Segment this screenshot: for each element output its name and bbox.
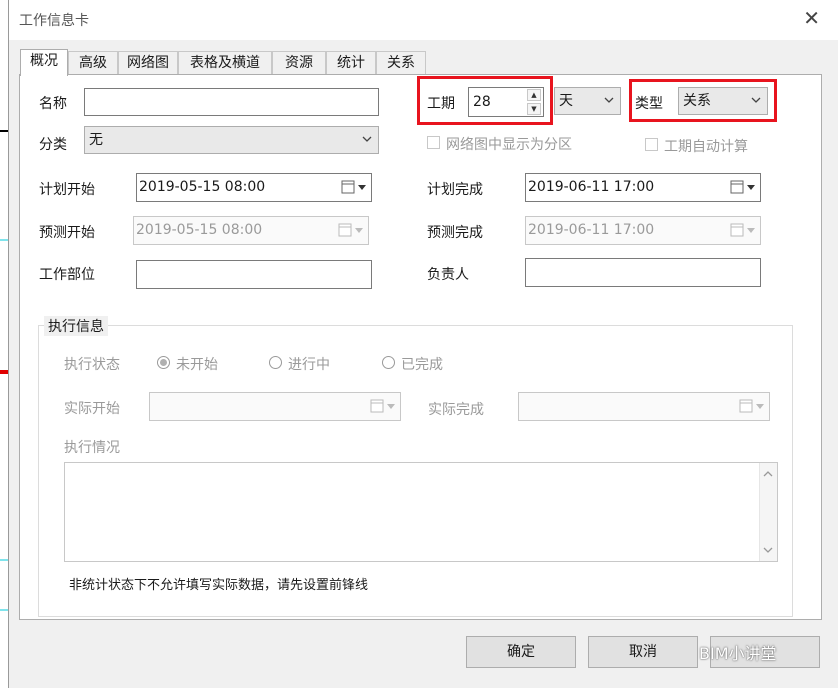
category-value: 无	[89, 132, 103, 148]
textarea-scrollbar[interactable]	[759, 463, 777, 561]
work-part-input[interactable]	[136, 260, 372, 289]
plan-start-value: 2019-05-15 08:00	[139, 179, 266, 195]
close-icon[interactable]: ✕	[803, 8, 820, 28]
actual-start-label: 实际开始	[64, 401, 120, 417]
name-input[interactable]	[84, 88, 379, 116]
execution-group-title: 执行信息	[44, 316, 108, 336]
auto-calc-label: 工期自动计算	[664, 139, 748, 155]
scroll-down-icon[interactable]	[760, 543, 777, 557]
calendar-icon[interactable]	[730, 180, 756, 194]
calendar-icon	[730, 223, 755, 237]
category-select[interactable]: 无	[84, 126, 379, 154]
actual-finish-label: 实际完成	[428, 402, 484, 418]
scroll-up-icon[interactable]	[760, 467, 777, 481]
forecast-start-label: 预测开始	[39, 225, 95, 241]
forecast-finish-label: 预测完成	[427, 225, 483, 241]
tab-network[interactable]: 网络图	[118, 51, 178, 75]
forecast-finish-value: 2019-06-11 17:00	[528, 222, 655, 238]
work-part-label: 工作部位	[39, 267, 95, 283]
plan-start-picker[interactable]: 2019-05-15 08:00	[136, 173, 372, 202]
plan-finish-picker[interactable]: 2019-06-11 17:00	[525, 173, 761, 202]
plan-finish-label: 计划完成	[427, 182, 483, 198]
calendar-icon	[370, 399, 395, 413]
title-bar: 工作信息卡 ✕	[9, 0, 838, 40]
chevron-down-icon	[604, 97, 614, 103]
forecast-finish-picker: 2019-06-11 17:00	[525, 216, 761, 245]
actual-finish-picker	[518, 392, 770, 421]
tab-statistics[interactable]: 统计	[326, 51, 376, 75]
plan-finish-value: 2019-06-11 17:00	[528, 179, 655, 195]
status-not-started-label: 未开始	[176, 357, 218, 373]
show-subarea-checkbox[interactable]	[427, 136, 440, 149]
category-label: 分类	[39, 137, 67, 153]
owner-label: 负责人	[427, 267, 469, 283]
tab-table-gantt[interactable]: 表格及横道	[178, 51, 272, 75]
calendar-icon[interactable]	[341, 180, 367, 194]
situation-label: 执行情况	[64, 440, 120, 456]
calendar-icon	[739, 399, 764, 413]
status-completed-label: 已完成	[401, 357, 443, 373]
dialog-title: 工作信息卡	[19, 13, 89, 29]
tab-advanced[interactable]: 高级	[68, 51, 118, 75]
forecast-start-picker: 2019-05-15 08:00	[133, 216, 369, 245]
calendar-icon	[338, 223, 363, 237]
chevron-down-icon	[362, 136, 372, 142]
watermark-text: BIM小讲堂	[699, 644, 777, 663]
duration-highlight-box	[417, 76, 553, 125]
exec-status-label: 执行状态	[64, 357, 120, 373]
ok-button[interactable]: 确定	[466, 636, 576, 668]
duration-unit-select[interactable]: 天	[554, 87, 621, 115]
show-subarea-label: 网络图中显示为分区	[446, 137, 572, 153]
type-highlight-box	[629, 79, 777, 122]
cancel-button[interactable]: 取消	[588, 636, 698, 668]
forecast-start-value: 2019-05-15 08:00	[136, 222, 263, 238]
execution-note: 非统计状态下不允许填写实际数据，请先设置前锋线	[69, 578, 369, 593]
status-not-started-radio[interactable]	[157, 356, 170, 369]
plan-start-label: 计划开始	[39, 182, 95, 198]
duration-unit-value: 天	[559, 93, 573, 109]
tab-resources[interactable]: 资源	[272, 51, 326, 75]
status-in-progress-radio[interactable]	[269, 356, 282, 369]
tab-relations[interactable]: 关系	[376, 51, 426, 75]
name-label: 名称	[39, 96, 67, 112]
owner-input[interactable]	[525, 258, 761, 287]
auto-calc-checkbox[interactable]	[645, 138, 658, 151]
status-completed-radio[interactable]	[382, 356, 395, 369]
actual-start-picker	[149, 392, 401, 421]
tab-overview[interactable]: 概况	[20, 49, 68, 76]
work-info-dialog: 工作信息卡 ✕ 概况 高级 网络图 表格及横道 资源 统计 关系 名称 工期 2…	[8, 0, 838, 688]
situation-textarea[interactable]	[64, 462, 778, 562]
status-in-progress-label: 进行中	[288, 357, 330, 373]
